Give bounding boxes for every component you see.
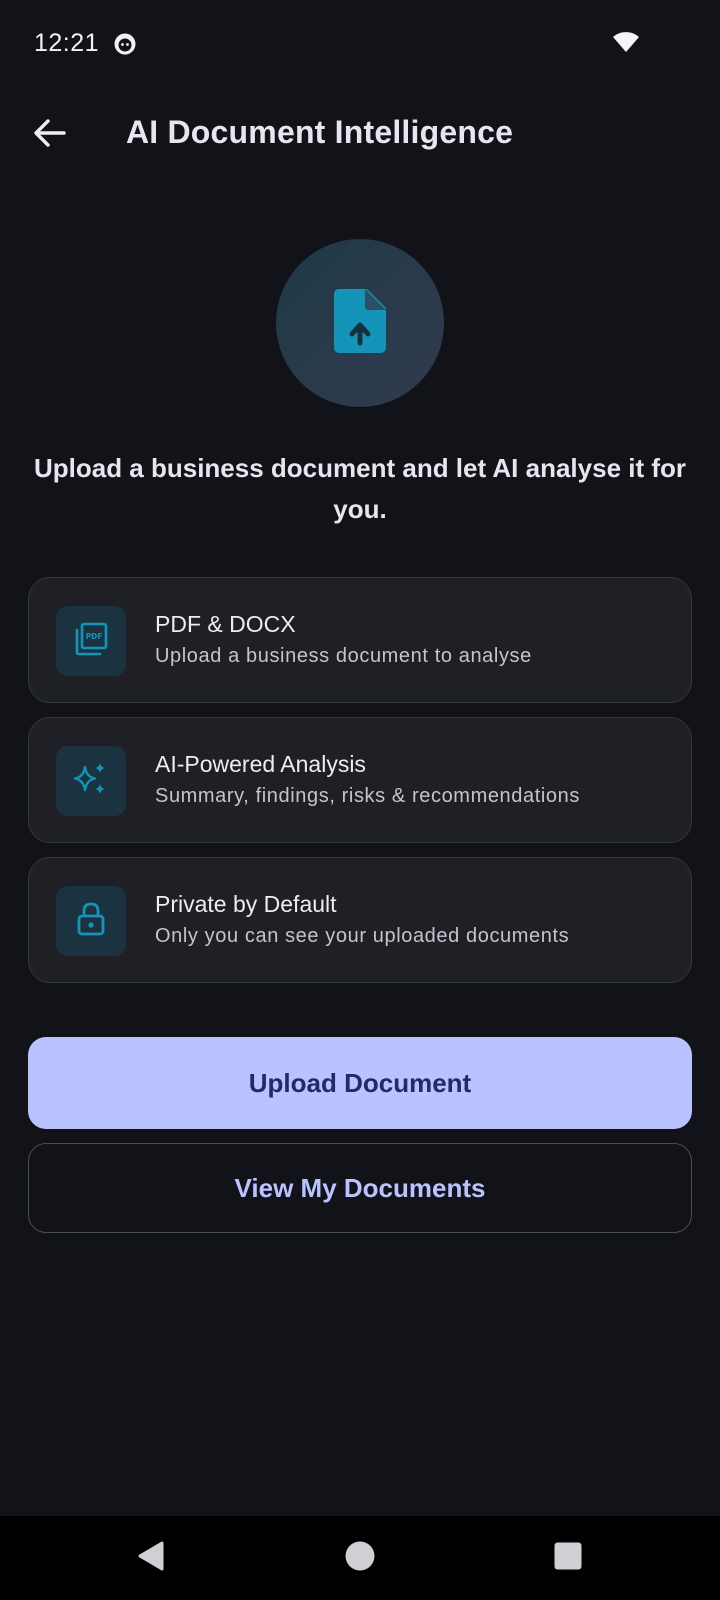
nav-back-button[interactable]	[121, 1528, 181, 1588]
feature-card-pdf-docx: PDF PDF & DOCX Upload a business documen…	[28, 577, 692, 703]
feature-card-private: Private by Default Only you can see your…	[28, 857, 692, 983]
hero-icon-circle	[276, 239, 444, 407]
arrow-back-icon	[33, 118, 67, 153]
view-my-documents-button[interactable]: View My Documents	[28, 1143, 692, 1233]
nav-recents-button[interactable]	[538, 1528, 598, 1588]
feature-icon-box: PDF	[56, 606, 126, 676]
feature-icon-box	[56, 746, 126, 816]
feature-card-ai-analysis: AI-Powered Analysis Summary, findings, r…	[28, 717, 692, 843]
notification-app-icon	[113, 32, 137, 56]
back-button[interactable]	[22, 107, 78, 163]
nav-home-button[interactable]	[330, 1528, 390, 1588]
feature-subtitle: Summary, findings, risks & recommendatio…	[155, 785, 580, 807]
wifi-icon	[612, 30, 640, 54]
nav-recents-icon	[553, 1541, 583, 1576]
sparkle-icon	[73, 761, 109, 802]
page-title: AI Document Intelligence	[126, 114, 514, 150]
upload-document-button[interactable]: Upload Document	[28, 1037, 692, 1129]
svg-text:PDF: PDF	[86, 632, 103, 641]
status-bar: 12:21	[0, 0, 720, 88]
screen: 12:21 AI Document Intelligence Upload a …	[0, 0, 720, 1600]
feature-icon-box	[56, 886, 126, 956]
feature-title: PDF & DOCX	[155, 611, 296, 637]
hero-headline: Upload a business document and let AI an…	[33, 453, 687, 524]
file-upload-icon	[333, 288, 387, 359]
feature-subtitle: Only you can see your uploaded documents	[155, 925, 570, 947]
feature-subtitle: Upload a business document to analyse	[155, 645, 532, 667]
system-nav-bar	[0, 1516, 720, 1600]
nav-home-icon	[344, 1540, 376, 1577]
status-time: 12:21	[34, 29, 100, 57]
nav-back-icon	[136, 1540, 166, 1577]
lock-icon	[76, 901, 106, 942]
feature-title: Private by Default	[155, 891, 337, 917]
pdf-file-icon: PDF	[74, 622, 108, 661]
feature-title: AI-Powered Analysis	[155, 751, 366, 777]
